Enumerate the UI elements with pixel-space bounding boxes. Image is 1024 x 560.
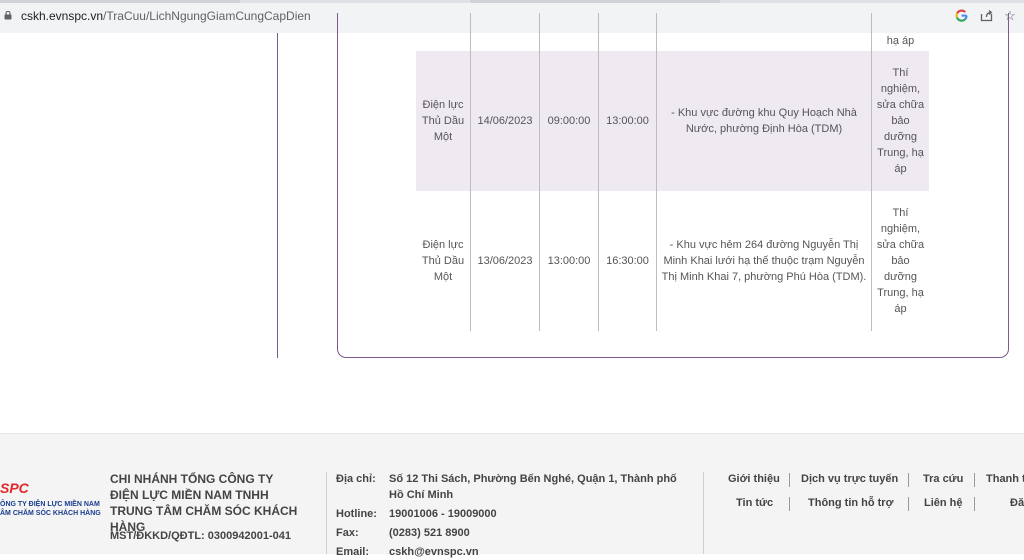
logo-subtitle-line2: ÂM CHĂM SÓC KHÁCH HÀNG bbox=[0, 510, 101, 517]
cell-end-time: 13:00:00 bbox=[598, 51, 657, 191]
address-value: Số 12 Thi Sách, Phường Bến Nghé, Quận 1,… bbox=[389, 473, 677, 501]
footer-link-lien-he[interactable]: Liên hệ bbox=[924, 497, 963, 509]
logo-mark: SPC bbox=[0, 480, 29, 496]
sidebar-divider bbox=[277, 33, 278, 358]
tax-code: MST/ĐKKD/QĐTL: 0300942001-041 bbox=[110, 530, 291, 542]
link-separator bbox=[789, 473, 790, 487]
cell-area: - Khu vực đường khu Quy Hoạch Nhà Nước, … bbox=[656, 51, 872, 191]
cell-unit: Điện lực Thủ Dầu Một bbox=[416, 191, 471, 331]
cell-start-time: 09:00:00 bbox=[539, 51, 599, 191]
main-content: hạ áp Điện lực Thủ Dầu Một 14/06/2023 09… bbox=[0, 13, 1024, 433]
cell-end-time: 16:30:00 bbox=[598, 191, 657, 331]
url-host: cskh.evnspc.vn bbox=[21, 9, 104, 23]
table-row: Điện lực Thủ Dầu Một 14/06/2023 09:00:00… bbox=[416, 51, 929, 191]
link-separator bbox=[908, 473, 909, 487]
outage-schedule-table: hạ áp Điện lực Thủ Dầu Một 14/06/2023 09… bbox=[415, 13, 930, 332]
cell-date: 13/06/2023 bbox=[470, 191, 540, 331]
link-separator bbox=[974, 497, 975, 511]
footer-link-thong-tin-ho-tro[interactable]: Thông tin hỗ trợ bbox=[808, 497, 893, 509]
cell-area: - Khu vực hẻm 264 đường Nguyễn Thị Minh … bbox=[656, 191, 872, 331]
cell-reason: Thí nghiệm, sửa chữa bảo dưỡng Trung, hạ… bbox=[876, 207, 925, 315]
address-label: Địa chỉ: bbox=[336, 473, 376, 485]
company-name: CHI NHÁNH TỔNG CÔNG TY ĐIỆN LỰC MIỀN NAM… bbox=[110, 472, 298, 534]
email-label: Email: bbox=[336, 546, 370, 558]
tab-strip bbox=[0, 0, 1024, 3]
fax-label: Fax: bbox=[336, 527, 359, 539]
cell-end-time bbox=[598, 13, 657, 51]
hotline-value[interactable]: 19001006 - 19009000 bbox=[389, 506, 497, 522]
logo-subtitle-line1: ÔNG TY ĐIỆN LỰC MIỀN NAM bbox=[0, 501, 100, 508]
url-field[interactable]: cskh.evnspc.vn/TraCuu/LichNgungGiamCungC… bbox=[21, 9, 311, 23]
site-footer: SPC ÔNG TY ĐIỆN LỰC MIỀN NAM ÂM CHĂM SÓC… bbox=[0, 433, 1024, 558]
cell-start-time: 13:00:00 bbox=[539, 191, 599, 331]
footer-divider bbox=[703, 472, 704, 554]
footer-link-gioi-thieu[interactable]: Giới thiệu bbox=[728, 473, 780, 485]
fax-value: (0283) 521 8900 bbox=[389, 527, 470, 539]
link-separator bbox=[908, 497, 909, 511]
footer-divider bbox=[326, 472, 327, 554]
cell-date: 14/06/2023 bbox=[470, 51, 540, 191]
cell-reason: Thí nghiệm, sửa chữa bảo dưỡng Trung, hạ… bbox=[871, 51, 929, 191]
footer-link-dich-vu-truc-tuyen[interactable]: Dịch vụ trực tuyến bbox=[801, 473, 898, 485]
hotline-label: Hotline: bbox=[336, 508, 377, 520]
table-row: hạ áp bbox=[416, 13, 929, 51]
logo-subtitle: ÔNG TY ĐIỆN LỰC MIỀN NAM ÂM CHĂM SÓC KHÁ… bbox=[0, 500, 101, 518]
footer-link-tin-tuc[interactable]: Tin tức bbox=[736, 497, 773, 509]
footer-link-dang-nhap[interactable]: Đă bbox=[1010, 497, 1024, 509]
cell-area bbox=[656, 13, 872, 51]
link-separator bbox=[974, 473, 975, 487]
evnspc-logo[interactable]: SPC ÔNG TY ĐIỆN LỰC MIỀN NAM ÂM CHĂM SÓC… bbox=[0, 480, 108, 520]
lock-icon[interactable] bbox=[4, 11, 12, 20]
cell-unit: Điện lực Thủ Dầu Một bbox=[416, 51, 471, 191]
email-value[interactable]: cskh@evnspc.vn bbox=[389, 544, 479, 560]
cell-unit bbox=[416, 13, 471, 51]
footer-link-tra-cuu[interactable]: Tra cứu bbox=[923, 473, 963, 485]
link-separator bbox=[789, 497, 790, 511]
cell-date bbox=[470, 13, 540, 51]
table-row: Điện lực Thủ Dầu Một 13/06/2023 13:00:00… bbox=[416, 191, 929, 331]
cell-start-time bbox=[539, 13, 599, 51]
footer-link-thanh-toan[interactable]: Thanh t bbox=[986, 473, 1024, 485]
cell-reason: hạ áp bbox=[886, 35, 915, 47]
url-path: /TraCuu/LichNgungGiamCungCapDien bbox=[103, 9, 311, 23]
